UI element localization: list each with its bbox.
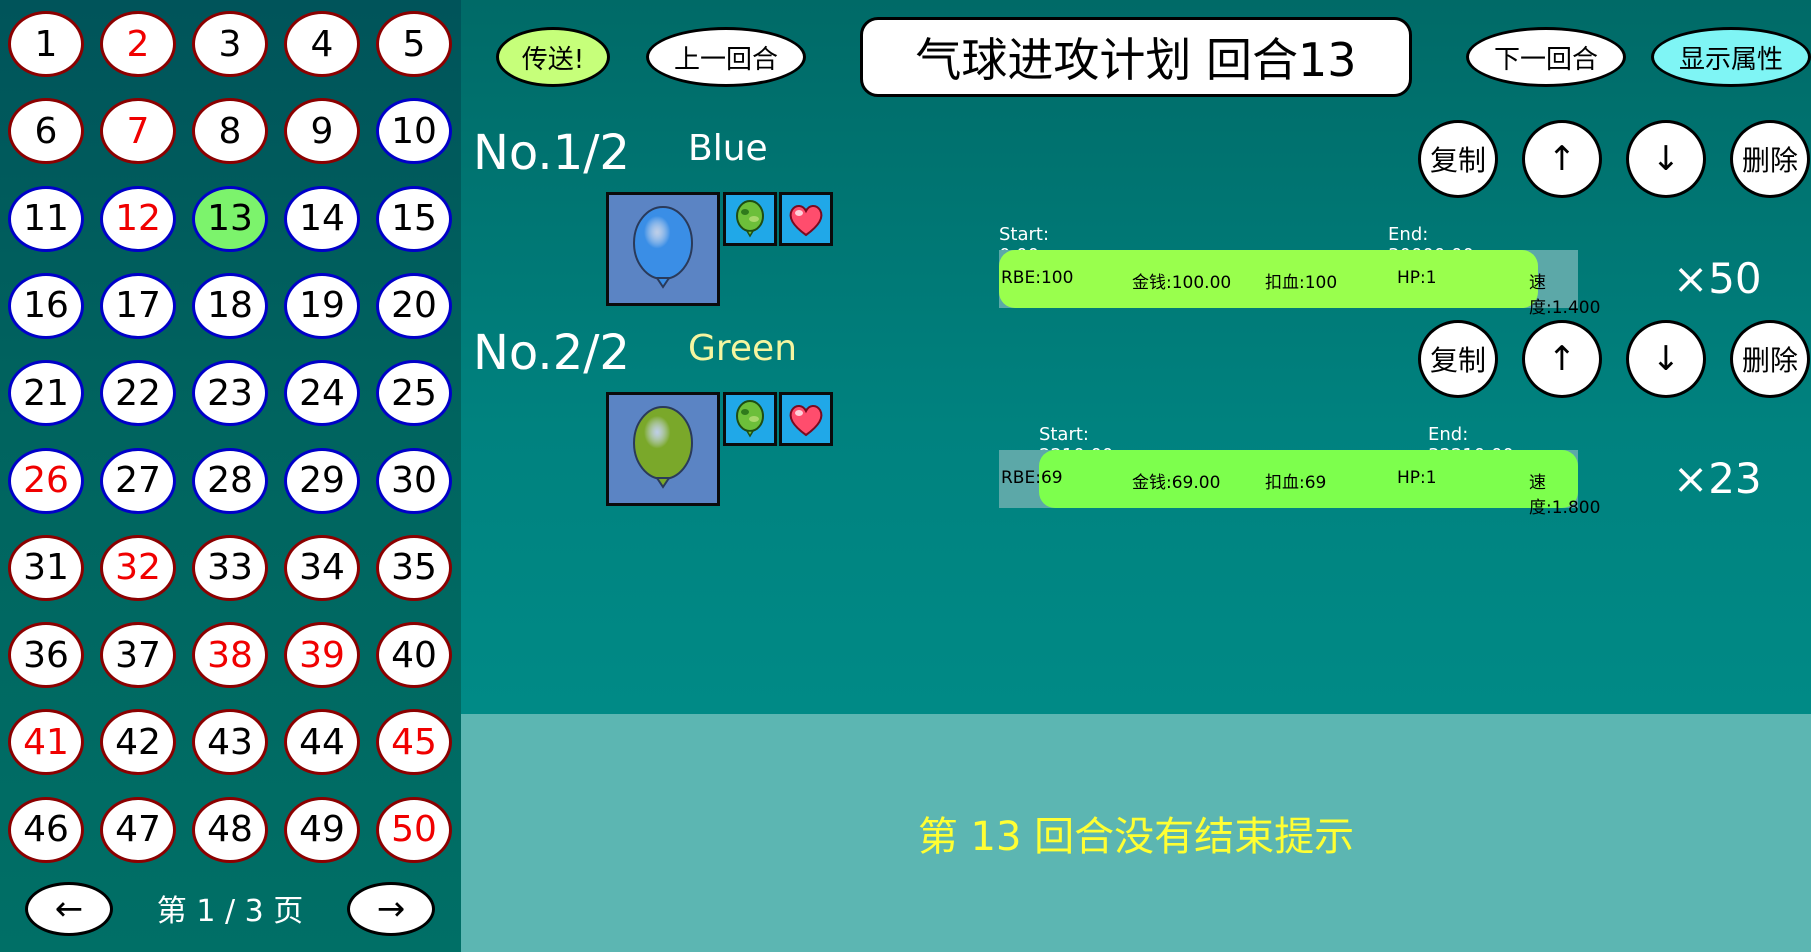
round-button-26[interactable]: 26 <box>8 447 84 514</box>
speed-stat: 速度:1.800 <box>1529 473 1601 518</box>
round-button-33[interactable]: 33 <box>192 534 268 601</box>
stats-row: RBE:69 金钱:69.00 扣血:69 HP:1 速度:1.800 <box>999 450 1600 518</box>
heart-icon[interactable] <box>779 192 833 246</box>
round-button-40[interactable]: 40 <box>376 622 452 689</box>
balloon-icon[interactable] <box>606 192 720 306</box>
round-button-17[interactable]: 17 <box>100 272 176 339</box>
balloon-count: ×23 <box>1673 454 1762 503</box>
round-button-32[interactable]: 32 <box>100 534 176 601</box>
copy-button[interactable]: 复制 <box>1418 320 1498 398</box>
round-button-11[interactable]: 11 <box>8 185 84 252</box>
round-button-2[interactable]: 2 <box>100 11 176 77</box>
round-button-6[interactable]: 6 <box>8 98 84 165</box>
round-button-3[interactable]: 3 <box>192 11 268 77</box>
round-button-14[interactable]: 14 <box>284 185 360 252</box>
move-up-button[interactable]: ↑ <box>1522 120 1602 198</box>
round-button-35[interactable]: 35 <box>376 534 452 601</box>
round-button-4[interactable]: 4 <box>284 11 360 77</box>
wave-editor-area <box>461 0 1811 714</box>
show-properties-button[interactable]: 显示属性 <box>1651 27 1811 87</box>
round-button-23[interactable]: 23 <box>192 360 268 427</box>
balloon-name: Blue <box>688 128 768 169</box>
round-button-34[interactable]: 34 <box>284 534 360 601</box>
round-button-39[interactable]: 39 <box>284 622 360 689</box>
round-button-37[interactable]: 37 <box>100 622 176 689</box>
page-indicator: 第 1 / 3 页 <box>156 894 304 929</box>
rbe-stat: RBE:100 <box>1001 268 1074 288</box>
balloon-icon[interactable] <box>606 392 720 506</box>
round-button-24[interactable]: 24 <box>284 360 360 427</box>
send-button[interactable]: 传送! <box>496 27 610 87</box>
round-button-27[interactable]: 27 <box>100 447 176 514</box>
entry-number: No.1/2 <box>473 125 630 181</box>
move-down-button[interactable]: ↓ <box>1626 120 1706 198</box>
round-button-44[interactable]: 44 <box>284 709 360 776</box>
main-panel: 传送! 上一回合 气球进攻计划 回合13 下一回合 显示属性 No.1/2 Bl… <box>461 0 1811 952</box>
round-button-38[interactable]: 38 <box>192 622 268 689</box>
round-button-31[interactable]: 31 <box>8 534 84 601</box>
round-button-18[interactable]: 18 <box>192 272 268 339</box>
damage-stat: 扣血:69 <box>1265 473 1327 493</box>
round-button-45[interactable]: 45 <box>376 709 452 776</box>
round-button-36[interactable]: 36 <box>8 622 84 689</box>
balloon-name: Green <box>688 328 798 369</box>
camo-icon[interactable] <box>723 392 777 446</box>
round-button-47[interactable]: 47 <box>100 796 176 863</box>
next-page-button[interactable]: → <box>347 882 435 936</box>
round-button-49[interactable]: 49 <box>284 796 360 863</box>
round-button-48[interactable]: 48 <box>192 796 268 863</box>
damage-stat: 扣血:100 <box>1265 273 1338 293</box>
move-up-button[interactable]: ↑ <box>1522 320 1602 398</box>
round-button-10[interactable]: 10 <box>376 98 452 165</box>
copy-button[interactable]: 复制 <box>1418 120 1498 198</box>
round-button-9[interactable]: 9 <box>284 98 360 165</box>
round-button-8[interactable]: 8 <box>192 98 268 165</box>
entry-number: No.2/2 <box>473 325 630 381</box>
round-button-29[interactable]: 29 <box>284 447 360 514</box>
hp-stat: HP:1 <box>1397 468 1437 488</box>
round-button-42[interactable]: 42 <box>100 709 176 776</box>
round-button-43[interactable]: 43 <box>192 709 268 776</box>
round-button-21[interactable]: 21 <box>8 360 84 427</box>
round-button-13[interactable]: 13 <box>192 185 268 252</box>
round-button-25[interactable]: 25 <box>376 360 452 427</box>
round-button-12[interactable]: 12 <box>100 185 176 252</box>
round-button-22[interactable]: 22 <box>100 360 176 427</box>
round-button-7[interactable]: 7 <box>100 98 176 165</box>
balloon-count: ×50 <box>1673 254 1762 303</box>
round-button-15[interactable]: 15 <box>376 185 452 252</box>
move-down-button[interactable]: ↓ <box>1626 320 1706 398</box>
stats-row: RBE:100 金钱:100.00 扣血:100 HP:1 速度:1.400 <box>999 250 1600 318</box>
delete-button[interactable]: 删除 <box>1730 320 1810 398</box>
prev-round-button[interactable]: 上一回合 <box>646 27 806 87</box>
money-stat: 金钱:100.00 <box>1132 273 1232 293</box>
hp-stat: HP:1 <box>1397 268 1437 288</box>
camo-icon[interactable] <box>723 192 777 246</box>
round-end-hint: 第 13 回合没有结束提示 <box>917 814 1355 860</box>
round-button-16[interactable]: 16 <box>8 272 84 339</box>
rbe-stat: RBE:69 <box>1001 468 1063 488</box>
round-button-20[interactable]: 20 <box>376 272 452 339</box>
round-button-28[interactable]: 28 <box>192 447 268 514</box>
next-round-button[interactable]: 下一回合 <box>1466 27 1626 87</box>
prev-page-button[interactable]: ← <box>25 882 113 936</box>
speed-stat: 速度:1.400 <box>1529 273 1601 318</box>
delete-button[interactable]: 删除 <box>1730 120 1810 198</box>
money-stat: 金钱:69.00 <box>1132 473 1221 493</box>
heart-icon[interactable] <box>779 392 833 446</box>
page-title: 气球进攻计划 回合13 <box>860 17 1412 97</box>
round-button-1[interactable]: 1 <box>8 11 84 77</box>
round-button-30[interactable]: 30 <box>376 447 452 514</box>
round-sidebar: 1 2 3 4 5 6 7 8 9 10 11 12 13 14 15 16 17 18 19 20 21 22 23 24 2… <box>0 0 461 952</box>
round-button-46[interactable]: 46 <box>8 796 84 863</box>
round-button-41[interactable]: 41 <box>8 709 84 776</box>
round-button-50[interactable]: 50 <box>376 796 452 863</box>
round-button-19[interactable]: 19 <box>284 272 360 339</box>
round-button-5[interactable]: 5 <box>376 11 452 77</box>
